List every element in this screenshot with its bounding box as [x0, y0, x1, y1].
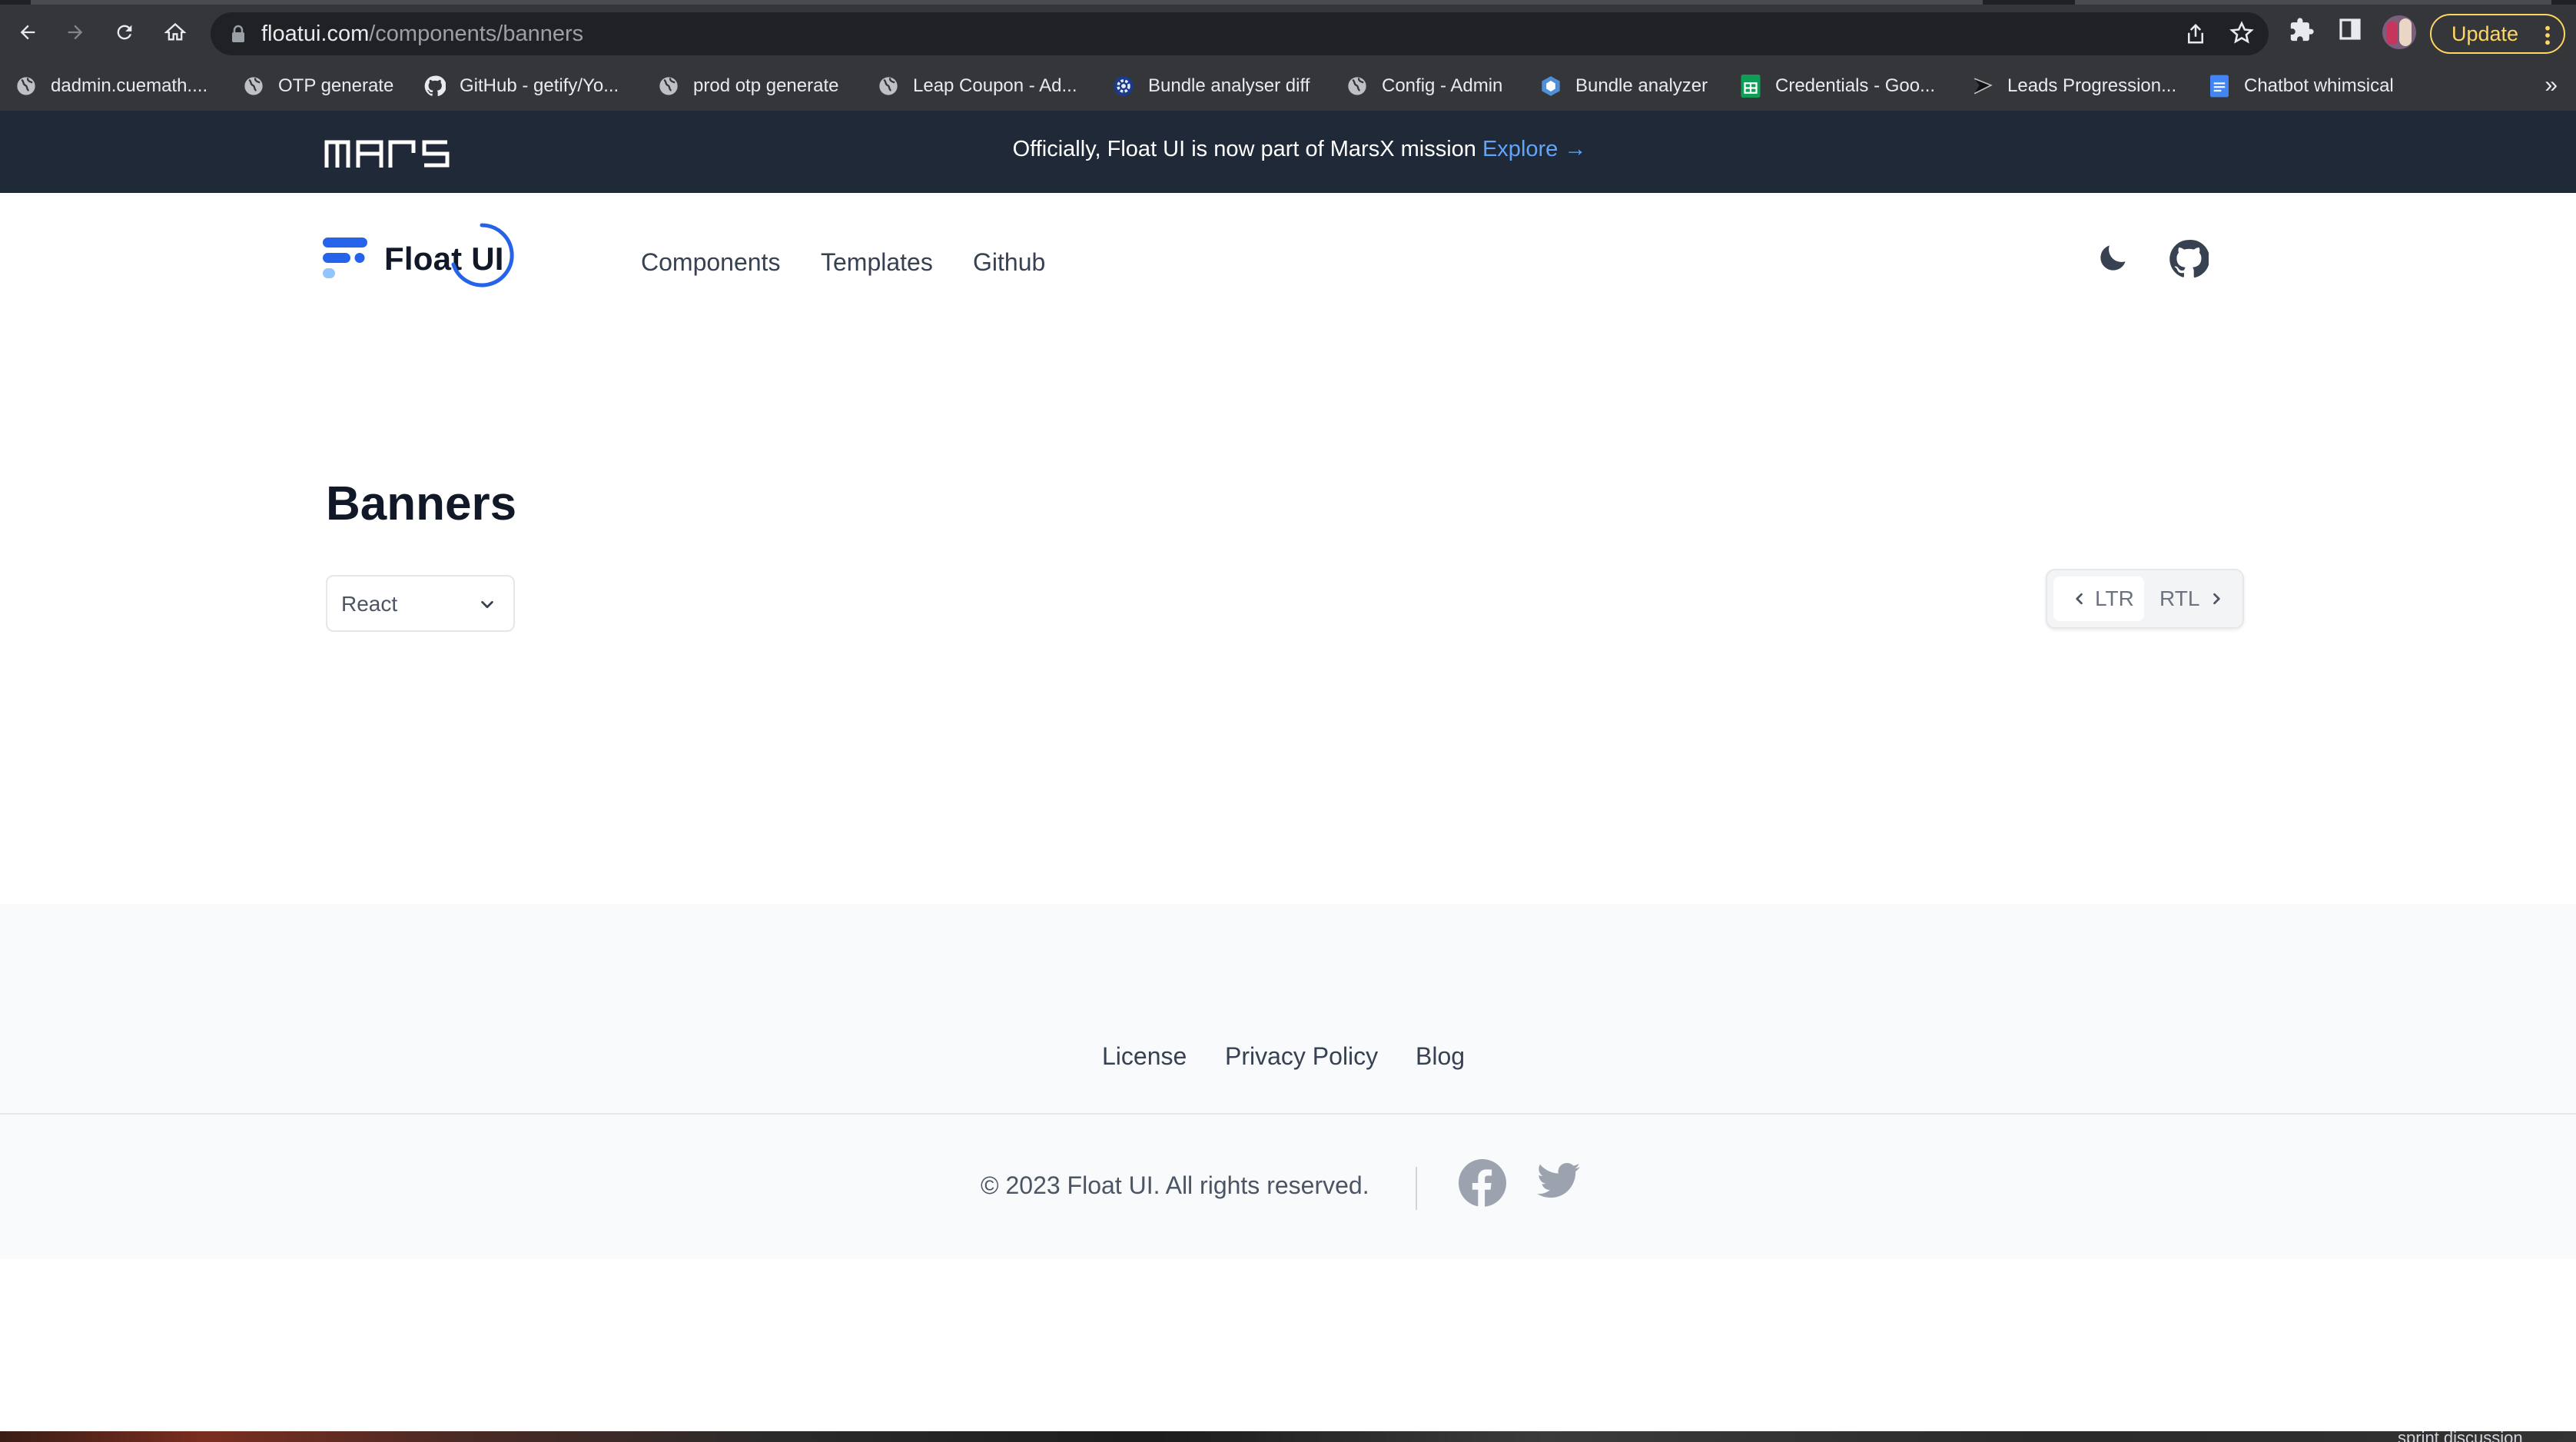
sheets-icon: [1740, 75, 1761, 98]
more-vert-icon: [2545, 25, 2550, 45]
footer-link-blog[interactable]: Blog: [1416, 1042, 1465, 1071]
forward-button[interactable]: [58, 15, 92, 49]
bookmark-item[interactable]: prod otp generate: [658, 71, 838, 101]
footer-divider: [0, 1113, 2576, 1115]
browser-chrome: floatui.com/components/banners Update da…: [0, 0, 2576, 111]
globe-icon: [15, 75, 37, 97]
twitter-icon[interactable]: [1537, 1162, 1580, 1199]
reload-icon: [117, 25, 132, 40]
float-ui-logo-icon: [323, 238, 367, 278]
cube-icon: [1540, 75, 1562, 97]
nav-github[interactable]: Github: [973, 248, 1045, 277]
back-arrow-icon: [20, 25, 35, 40]
rtl-button[interactable]: RTL: [2149, 576, 2238, 621]
extensions-puzzle-icon[interactable]: [2289, 17, 2315, 43]
address-bar[interactable]: floatui.com/components/banners: [211, 12, 2269, 55]
facebook-icon[interactable]: [1459, 1159, 1506, 1207]
announcement-bar: Officially, Float UI is now part of Mars…: [0, 111, 2576, 193]
chevron-down-icon: [481, 600, 493, 609]
footer-separator: [1416, 1167, 1417, 1210]
update-label: Update: [2452, 22, 2519, 45]
update-button[interactable]: Update: [2430, 14, 2565, 54]
github-icon[interactable]: [2169, 239, 2209, 279]
page-title: Banners: [326, 477, 517, 530]
bookmark-item[interactable]: OTP generate: [243, 71, 393, 101]
forward-arrow-icon: [68, 25, 83, 40]
framework-select[interactable]: React: [326, 575, 515, 632]
ltr-label: LTR: [2095, 586, 2134, 610]
bookmark-item[interactable]: Leap Coupon - Ad...: [878, 71, 1077, 101]
chevron-right-icon: [2213, 593, 2221, 605]
browser-toolbar: floatui.com/components/banners Update: [0, 5, 2576, 61]
bookmark-item[interactable]: Bundle analyzer: [1540, 71, 1708, 101]
flag-icon: [1972, 75, 1993, 97]
direction-toggle: LTR RTL: [2046, 569, 2244, 629]
profile-avatar[interactable]: [2382, 15, 2416, 49]
brand-ring-decoration: [451, 223, 514, 287]
share-icon[interactable]: [2184, 22, 2207, 46]
gear-icon: [1113, 75, 1134, 97]
url-text: floatui.com/components/banners: [261, 22, 584, 46]
bookmark-item[interactable]: Credentials - Goo...: [1740, 71, 1935, 101]
bookmark-item[interactable]: Chatbot whimsical: [2209, 71, 2394, 101]
bookmark-item[interactable]: GitHub - getify/Yo...: [424, 71, 619, 101]
globe-icon: [658, 75, 679, 97]
back-button[interactable]: [11, 15, 45, 49]
doc-icon: [2209, 75, 2230, 98]
brand-logo[interactable]: Float UI: [323, 222, 523, 291]
side-panel-icon[interactable]: [2338, 17, 2362, 42]
chevron-left-icon: [2076, 593, 2083, 605]
desktop-background-strip: [0, 1431, 2576, 1442]
bookmark-item[interactable]: dadmin.cuemath....: [15, 71, 207, 101]
moon-icon[interactable]: [2096, 241, 2130, 274]
globe-icon: [1346, 75, 1368, 97]
bookmarks-bar: dadmin.cuemath.... OTP generate GitHub -…: [0, 63, 2576, 111]
bookmark-star-icon[interactable]: [2229, 20, 2255, 46]
globe-icon: [243, 75, 264, 97]
rtl-label: RTL: [2159, 586, 2200, 610]
framework-select-value: React: [341, 592, 398, 616]
site-footer: License Privacy Policy Blog © 2023 Float…: [0, 904, 2576, 1259]
site-header: Float UI Components Templates Github: [0, 193, 2576, 324]
github-icon: [424, 75, 446, 97]
bookmark-item[interactable]: Leads Progression...: [1972, 71, 2176, 101]
copyright-text: © 2023 Float UI. All rights reserved.: [981, 1171, 1369, 1199]
home-button[interactable]: [158, 15, 192, 49]
explore-link[interactable]: Explore →: [1482, 137, 1586, 161]
desktop-window-label: sprint discussion: [2398, 1428, 2523, 1442]
ltr-button[interactable]: LTR: [2053, 576, 2144, 621]
bookmarks-overflow-button[interactable]: »: [2544, 72, 2558, 98]
nav-components[interactable]: Components: [641, 248, 780, 277]
footer-link-privacy[interactable]: Privacy Policy: [1225, 1042, 1378, 1071]
nav-templates[interactable]: Templates: [821, 248, 933, 277]
announcement-text: Officially, Float UI is now part of Mars…: [1012, 137, 1587, 161]
home-icon: [164, 22, 186, 41]
footer-link-license[interactable]: License: [1102, 1042, 1187, 1071]
reload-button[interactable]: [108, 15, 141, 49]
bookmark-item[interactable]: Bundle analyser diff: [1113, 71, 1310, 101]
bookmark-item[interactable]: Config - Admin: [1346, 71, 1502, 101]
lock-icon: [232, 25, 244, 42]
globe-icon: [878, 75, 899, 97]
